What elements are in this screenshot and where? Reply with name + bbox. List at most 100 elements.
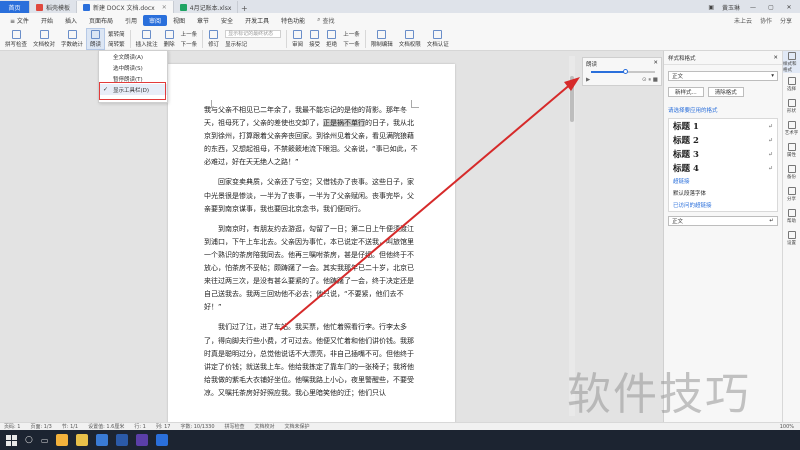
style-item[interactable]: 已访问的超链接 [669, 199, 777, 211]
menu-item[interactable]: 安全 [215, 15, 239, 26]
menu-item[interactable]: 插入 [59, 15, 83, 26]
document-page[interactable]: 我与父亲不相见已二年余了，我最不能忘记的是他的背影。那年冬天，祖母死了，父亲的差… [168, 64, 455, 422]
restore-icon[interactable]: ▢ [766, 4, 776, 11]
menu-item[interactable]: 视图 [167, 15, 191, 26]
style-item[interactable]: 标题 3 ↵ [669, 147, 777, 161]
read-all-item[interactable]: 全文朗读(A) [99, 51, 167, 62]
tab-label: 新建 DOCX 文档.docx [93, 4, 155, 12]
limit-edit-button[interactable]: 限制编辑 [368, 28, 396, 50]
style-item[interactable]: 超链接 [669, 175, 777, 187]
sidebar-item-share[interactable]: 分享 [783, 183, 800, 205]
tab-xlsx[interactable]: 4月记账本.xlsx [174, 1, 239, 13]
status-word-count[interactable]: 字数: 10/1330 [180, 423, 214, 430]
user-name[interactable]: 黄玉琳 [722, 3, 740, 12]
tab-docer[interactable]: 稻壳模板 [30, 1, 78, 13]
review-button[interactable]: 审阅 [289, 28, 306, 50]
menu-item[interactable]: 开发工具 [239, 15, 275, 26]
pane-controls[interactable]: ✕ [773, 55, 778, 61]
premiere-icon[interactable] [136, 434, 149, 446]
spellcheck-button[interactable]: 拼写检查 [2, 28, 30, 50]
menu-item[interactable]: 章节 [191, 15, 215, 26]
sidebar-item-help[interactable]: 帮助 [783, 205, 800, 227]
show-toolbar-item[interactable]: ✓ 显示工具栏(D) [99, 84, 167, 95]
selected-text[interactable]: 正是祸不单行 [323, 119, 365, 128]
doc-permission-button[interactable]: 文档权限 [396, 28, 424, 50]
style-item[interactable]: 标题 2 ↵ [669, 133, 777, 147]
paragraph[interactable]: 回家变卖典质，父亲还了亏空；又借钱办了丧事。这些日子，家中光景很是惨淡，一半为了… [204, 176, 420, 215]
prev-change-button[interactable]: 上一条 [343, 30, 360, 38]
play-icon[interactable]: ▶ [586, 77, 590, 84]
volume-slider[interactable] [591, 69, 655, 74]
scroll-thumb[interactable] [570, 76, 574, 122]
document-body[interactable]: 我与父亲不相见已二年余了，我最不能忘记的是他的背影。那年冬天，祖母死了，父亲的差… [204, 104, 420, 407]
share-button[interactable]: 分享 [780, 16, 792, 25]
sidebar-item-settings[interactable]: 设置 [783, 227, 800, 249]
photoshop-icon[interactable] [116, 434, 129, 446]
trad-to-simp-button[interactable]: 繁转简 [108, 30, 125, 38]
status-proof[interactable]: 文档校对 [255, 423, 275, 430]
task-view-icon[interactable]: ▭ [41, 436, 49, 445]
menu-file[interactable]: ≡ 文件 [4, 15, 35, 26]
paragraph[interactable]: 我们过了江，进了车站。我买票，他忙着照看行李。行李太多了，得向脚夫行些小费，才可… [204, 321, 420, 400]
doc-proof-button[interactable]: 文档校对 [30, 28, 58, 50]
sidebar-item-styles[interactable]: 样式和格式 [783, 51, 800, 73]
search-icon[interactable]: ○ [25, 435, 33, 445]
sidebar-item-backup[interactable]: 备份 [783, 161, 800, 183]
menu-review-active[interactable]: 审阅 [143, 14, 168, 26]
sidebar-item-wordart[interactable]: 艺术字 [783, 117, 800, 139]
prev-comment-button[interactable]: 上一条 [181, 30, 198, 38]
windows-start-icon[interactable] [6, 434, 17, 446]
collab-button[interactable]: 协作 [760, 16, 772, 25]
menu-item[interactable]: 开始 [35, 15, 59, 26]
word-count-button[interactable]: 字数统计 [58, 28, 86, 50]
browser-icon[interactable] [56, 434, 69, 446]
read-selection-item[interactable]: 选中朗读(S) [99, 62, 167, 73]
reject-button[interactable]: 拒绝 [323, 28, 340, 50]
next-change-button[interactable]: 下一条 [343, 40, 360, 48]
insert-comment-button[interactable]: 插入批注 [133, 28, 161, 50]
close-window-icon[interactable]: ✕ [784, 4, 794, 11]
status-pages[interactable]: 页面: 1/3 [30, 423, 51, 430]
tab-home[interactable]: 首页 [0, 1, 30, 13]
revise-button[interactable]: 修订 [205, 28, 222, 50]
clear-format-button[interactable]: 清除格式 [707, 87, 744, 97]
menu-item[interactable]: 特色功能 [275, 15, 311, 26]
sidebar-item-properties[interactable]: 属性 [783, 139, 800, 161]
status-protection[interactable]: 文档未保护 [285, 423, 310, 430]
paragraph[interactable]: 我与父亲不相见已二年余了，我最不能忘记的是他的背影。那年冬天，祖母死了，父亲的差… [204, 104, 420, 169]
document-area[interactable]: 我与父亲不相见已二年余了，我最不能忘记的是他的背影。那年冬天，祖母死了，父亲的差… [0, 51, 580, 422]
tile-icon[interactable]: ▣ [708, 4, 714, 11]
menu-item[interactable]: 页面布局 [83, 15, 119, 26]
tab-docx[interactable]: 新建 DOCX 文档.docx ✕ [77, 1, 174, 13]
current-style-select[interactable]: 正文 ▾ [668, 71, 778, 81]
new-tab-button[interactable]: + [238, 4, 250, 13]
markup-state-select[interactable]: 显示标记的最终状态 [225, 29, 282, 38]
close-icon[interactable]: ✕ [653, 60, 658, 68]
zoom-level[interactable]: 100% [780, 424, 794, 430]
style-item[interactable]: 标题 4 ↵ [669, 161, 777, 175]
status-spellcheck[interactable]: 拼写检查 [225, 423, 245, 430]
folder-icon[interactable] [76, 434, 89, 446]
cloud-status[interactable]: 未上云 [734, 16, 752, 25]
style-item[interactable]: 标题 1 ↵ [669, 119, 777, 133]
next-comment-button[interactable]: 下一条 [181, 40, 198, 48]
simp-to-trad-button[interactable]: 简转繁 [108, 40, 125, 48]
sidebar-item-shape[interactable]: 形状 [783, 95, 800, 117]
sidebar-item-select[interactable]: 选择 [783, 73, 800, 95]
show-markup-button[interactable]: 显示标记 [225, 40, 281, 48]
new-style-button[interactable]: 新样式... [668, 87, 704, 97]
style-item[interactable]: 默认段落字体 [669, 187, 777, 199]
style-item-normal[interactable]: 正文 ↵ [668, 216, 778, 226]
search-box[interactable]: ⌕ 查找 [317, 16, 334, 25]
delete-comment-button[interactable]: 删除 [161, 28, 178, 50]
word-app-icon[interactable] [96, 434, 109, 446]
wps-icon[interactable] [156, 434, 169, 446]
minimize-icon[interactable]: — [748, 4, 758, 11]
close-icon[interactable]: ✕ [162, 4, 167, 11]
paragraph[interactable]: 到南京时，有朋友约去游逛，勾留了一日；第二日上午便须渡江到浦口，下午上车北去。父… [204, 223, 420, 315]
read-aloud-button[interactable]: 朗读 [86, 27, 106, 50]
menu-item[interactable]: 引用 [119, 15, 143, 26]
accept-button[interactable]: 接受 [306, 28, 323, 50]
doc-auth-button[interactable]: 文档认证 [424, 28, 452, 50]
pause-reading-item[interactable]: 暂停朗读(T) [99, 73, 167, 84]
